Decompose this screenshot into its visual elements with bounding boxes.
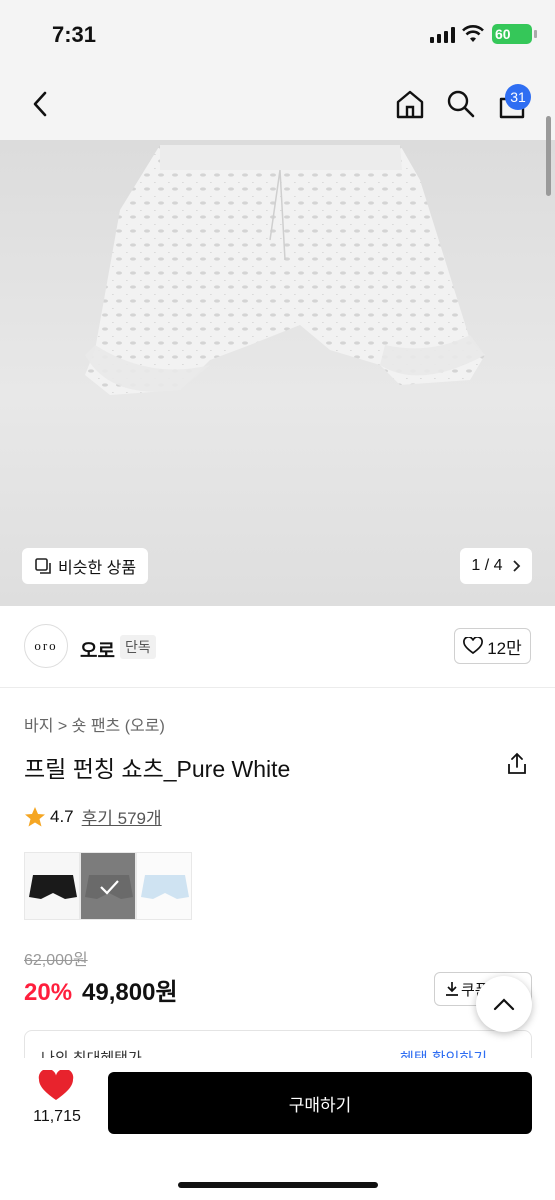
signal-icon	[430, 27, 456, 43]
product-title: 프릴 펀칭 쇼츠_Pure White	[24, 756, 291, 782]
color-swatches	[24, 852, 192, 920]
image-pager[interactable]: 1 / 4	[460, 548, 532, 584]
chevron-right-icon	[512, 560, 520, 572]
heart-outline-icon	[463, 637, 484, 655]
product-image	[85, 145, 485, 395]
review-link[interactable]: 후기 579개	[82, 804, 162, 829]
search-icon[interactable]	[443, 86, 479, 122]
brand-like-button[interactable]: 12만	[454, 628, 531, 664]
rating-value: 4.7	[50, 806, 74, 826]
image-pager-label: 1 / 4	[471, 557, 503, 574]
battery-cap	[534, 30, 537, 38]
rating-row: 4.7 후기 579개	[24, 804, 162, 829]
home-icon[interactable]	[392, 86, 428, 122]
brand-logo[interactable]: oro	[24, 624, 68, 668]
product-image-gallery[interactable]: 비슷한 상품 1 / 4	[0, 140, 555, 606]
battery-level: 60	[492, 24, 532, 44]
bottom-action-bar: 11,715 구매하기	[0, 1058, 555, 1200]
price-row: 20% 49,800원	[24, 972, 178, 1007]
swatch-blue[interactable]	[136, 852, 192, 920]
copy-icon	[35, 558, 51, 574]
similar-products-button[interactable]: 비슷한 상품	[22, 548, 149, 584]
swatch-white-selected[interactable]	[80, 852, 136, 920]
product-like-count: 11,715	[33, 1108, 81, 1125]
swatch-black[interactable]	[24, 852, 80, 920]
heart-filled-icon[interactable]	[38, 1070, 74, 1102]
breadcrumb[interactable]: 바지 > 숏 팬츠 (오로)	[24, 712, 165, 736]
scroll-indicator[interactable]	[546, 116, 551, 196]
star-icon	[25, 806, 45, 826]
status-time: 7:31	[52, 22, 97, 47]
chevron-left-icon[interactable]	[22, 86, 58, 122]
buy-button[interactable]: 구매하기	[108, 1072, 532, 1134]
home-indicator	[178, 1182, 378, 1188]
sale-price: 49,800원	[82, 979, 178, 1006]
exclusive-badge: 단독	[120, 635, 156, 659]
download-icon	[446, 982, 458, 996]
share-icon[interactable]	[506, 752, 528, 776]
original-price: 62,000원	[24, 952, 88, 969]
cart-count-badge: 31	[505, 84, 531, 110]
brand-like-count: 12만	[487, 638, 522, 658]
brand-row: oro 오로 단독 12만	[0, 606, 555, 688]
top-nav	[0, 70, 555, 140]
wifi-icon	[462, 25, 484, 42]
scroll-top-button[interactable]	[476, 976, 532, 1032]
brand-name[interactable]: 오로	[80, 636, 115, 663]
chevron-up-icon	[493, 998, 515, 1011]
similar-products-label: 비슷한 상품	[58, 560, 137, 577]
status-bar: 7:31 60	[0, 0, 555, 70]
discount-rate: 20%	[24, 979, 73, 1006]
